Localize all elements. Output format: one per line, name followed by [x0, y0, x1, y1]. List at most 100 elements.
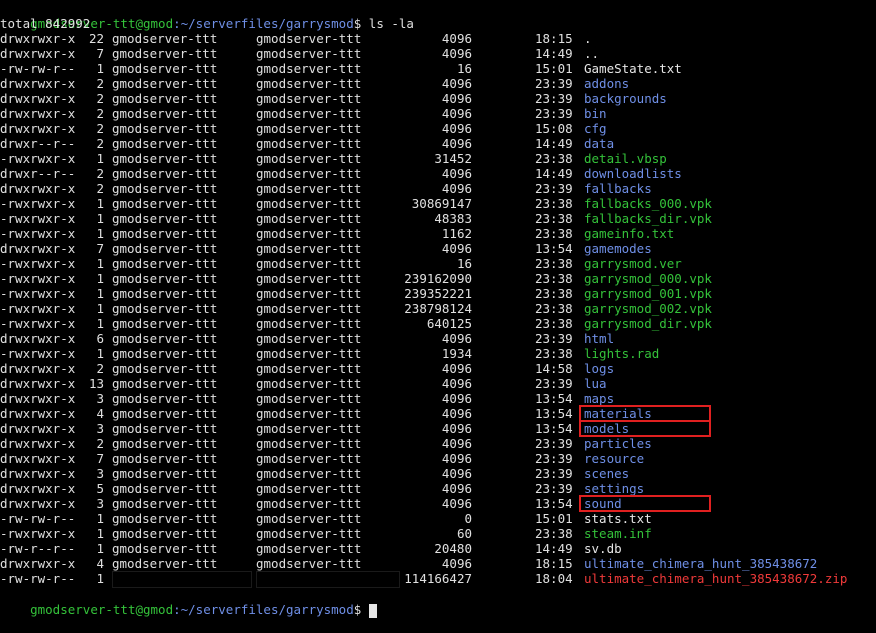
permissions-cell: -rw-rw-r-- — [0, 511, 76, 526]
group-cell: gmodserver-ttt — [256, 226, 362, 241]
size-cell: 4096 — [441, 46, 472, 61]
link-count-cell: 1 — [96, 346, 104, 361]
time-cell: 23:39 — [535, 481, 573, 496]
redacted-date-column — [480, 32, 528, 590]
list-item: -rw-rw-r-- 1 gmodserver-ttt gmodserver-ttt 1… — [0, 61, 876, 76]
group-cell: gmodserver-ttt — [256, 361, 362, 376]
list-item: drwxrwxr-x 2 gmodserver-ttt gmodserver-ttt 4… — [0, 76, 876, 91]
size-cell: 4096 — [441, 481, 472, 496]
permissions-cell: drwxr--r-- — [0, 166, 76, 181]
time-cell: 13:54 — [535, 391, 573, 406]
list-item: drwxr--r-- 2 gmodserver-ttt gmodserver-ttt 4… — [0, 166, 876, 181]
group-cell: gmodserver-ttt — [256, 331, 362, 346]
group-cell: gmodserver-ttt — [256, 76, 362, 91]
permissions-cell: -rw-r--r-- — [0, 541, 76, 556]
size-cell: 4096 — [441, 241, 472, 256]
filename-cell: garrysmod.ver — [584, 256, 682, 271]
link-count-cell: 1 — [96, 316, 104, 331]
filename-cell: . — [584, 31, 592, 46]
owner-cell: gmodserver-ttt — [112, 451, 218, 466]
size-cell: 31452 — [434, 151, 472, 166]
permissions-cell: drwxrwxr-x — [0, 106, 76, 121]
group-cell: gmodserver-ttt — [256, 451, 362, 466]
size-cell: 4096 — [441, 466, 472, 481]
time-cell: 14:49 — [535, 541, 573, 556]
group-cell: gmodserver-ttt — [256, 61, 362, 76]
permissions-cell: drwxrwxr-x — [0, 331, 76, 346]
time-cell: 23:38 — [535, 286, 573, 301]
permissions-cell: drwxrwxr-x — [0, 421, 76, 436]
prompt-suffix-bottom: $ — [353, 602, 369, 617]
highlight-box-models — [579, 420, 711, 437]
list-item: -rwxrwxr-x 1 gmodserver-ttt gmodserver-ttt 1… — [0, 256, 876, 271]
filename-cell: ultimate_chimera_hunt_385438672.zip — [584, 571, 848, 586]
owner-cell: gmodserver-ttt — [112, 316, 218, 331]
list-item: drwxrwxr-x 7 gmodserver-ttt gmodserver-ttt 4… — [0, 241, 876, 256]
link-count-cell: 1 — [96, 151, 104, 166]
permissions-cell: drwxrwxr-x — [0, 76, 76, 91]
time-cell: 13:54 — [535, 406, 573, 421]
group-cell: gmodserver-ttt — [256, 496, 362, 511]
group-cell: gmodserver-ttt — [256, 481, 362, 496]
list-item: drwxrwxr-x 4 gmodserver-ttt gmodserver-ttt 4… — [0, 556, 876, 571]
owner-cell: gmodserver-ttt — [112, 331, 218, 346]
permissions-cell: drwxrwxr-x — [0, 361, 76, 376]
list-item: -rwxrwxr-x 1 gmodserver-ttt gmodserver-ttt 1… — [0, 226, 876, 241]
filename-cell: gameinfo.txt — [584, 226, 675, 241]
filename-cell: data — [584, 136, 615, 151]
group-cell: gmodserver-ttt — [256, 121, 362, 136]
permissions-cell: -rwxrwxr-x — [0, 526, 76, 541]
permissions-cell: drwxrwxr-x — [0, 46, 76, 61]
time-cell: 23:38 — [535, 151, 573, 166]
list-item: -rwxrwxr-x 1 gmodserver-ttt gmodserver-ttt 2… — [0, 301, 876, 316]
permissions-cell: drwxr--r-- — [0, 136, 76, 151]
text-cursor[interactable] — [368, 603, 377, 618]
owner-cell: gmodserver-ttt — [112, 361, 218, 376]
terminal-window[interactable]: gmodserver-ttt@gmod:~/serverfiles/garrys… — [0, 0, 876, 618]
permissions-cell: drwxrwxr-x — [0, 181, 76, 196]
link-count-cell: 3 — [96, 421, 104, 436]
filename-cell: bin — [584, 106, 607, 121]
group-cell: gmodserver-ttt — [256, 31, 362, 46]
size-cell: 20480 — [434, 541, 472, 556]
group-cell: gmodserver-ttt — [256, 376, 362, 391]
size-cell: 4096 — [441, 406, 472, 421]
filename-cell: lights.rad — [584, 346, 660, 361]
permissions-cell: -rwxrwxr-x — [0, 256, 76, 271]
prompt-line-bottom[interactable]: gmodserver-ttt@gmod:~/serverfiles/garrys… — [0, 587, 377, 618]
permissions-cell: drwxrwxr-x — [0, 376, 76, 391]
link-count-cell: 2 — [96, 121, 104, 136]
filename-cell: ultimate_chimera_hunt_385438672 — [584, 556, 818, 571]
link-count-cell: 2 — [96, 76, 104, 91]
group-cell: gmodserver-ttt — [256, 271, 362, 286]
filename-cell: maps — [584, 391, 615, 406]
link-count-cell: 13 — [88, 376, 104, 391]
list-item: -rwxrwxr-x 1 gmodserver-ttt gmodserver-ttt 3… — [0, 196, 876, 211]
owner-cell: gmodserver-ttt — [112, 286, 218, 301]
owner-cell: gmodserver-ttt — [112, 31, 218, 46]
prompt-line-top: gmodserver-ttt@gmod:~/serverfiles/garrys… — [0, 1, 414, 31]
list-item: drwxrwxr-x 2 gmodserver-ttt gmodserver-ttt 4… — [0, 91, 876, 106]
time-cell: 13:54 — [535, 496, 573, 511]
time-cell: 23:39 — [535, 106, 573, 121]
owner-cell: gmodserver-ttt — [112, 46, 218, 61]
size-cell: 4096 — [441, 181, 472, 196]
size-cell: 4096 — [441, 391, 472, 406]
filename-cell: html — [584, 331, 615, 346]
list-item: drwxrwxr-x 5 gmodserver-ttt gmodserver-ttt 4… — [0, 481, 876, 496]
group-cell: gmodserver-ttt — [256, 391, 362, 406]
size-cell: 239352221 — [404, 286, 472, 301]
owner-cell: gmodserver-ttt — [112, 166, 218, 181]
permissions-cell: drwxrwxr-x — [0, 391, 76, 406]
owner-cell: gmodserver-ttt — [112, 481, 218, 496]
group-cell: gmodserver-ttt — [256, 541, 362, 556]
filename-cell: sv.db — [584, 541, 622, 556]
time-cell: 18:04 — [535, 571, 573, 586]
permissions-cell: drwxrwxr-x — [0, 406, 76, 421]
filename-cell: backgrounds — [584, 91, 667, 106]
filename-cell: steam.inf — [584, 526, 652, 541]
size-cell: 1162 — [441, 226, 472, 241]
owner-cell: gmodserver-ttt — [112, 61, 218, 76]
link-count-cell: 1 — [96, 571, 104, 586]
time-cell: 18:15 — [535, 556, 573, 571]
